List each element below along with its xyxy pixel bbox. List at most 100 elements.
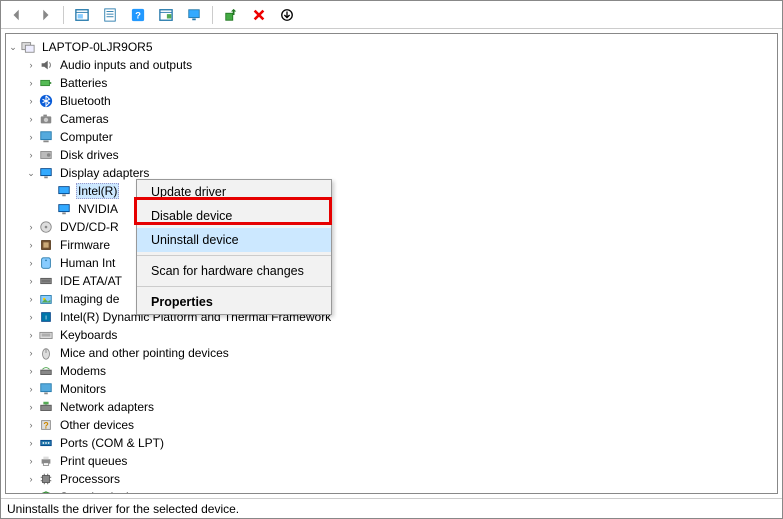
chevron-right-icon[interactable]: › — [24, 148, 38, 162]
chevron-right-icon[interactable]: › — [24, 382, 38, 396]
tree-item-label: Security devices — [58, 489, 149, 494]
other-icon: ? — [38, 417, 54, 433]
tree-category[interactable]: ›?Other devices — [6, 416, 777, 434]
tree-category[interactable]: ›Audio inputs and outputs — [6, 56, 777, 74]
tree-item-label: Modems — [58, 363, 108, 379]
chevron-down-icon[interactable]: ⌄ — [24, 166, 38, 180]
chevron-right-icon[interactable]: › — [24, 364, 38, 378]
tree-category[interactable]: › Processors — [6, 470, 777, 488]
chevron-right-icon[interactable]: › — [24, 472, 38, 486]
menu-item-label: Properties — [151, 295, 213, 309]
chevron-right-icon[interactable]: › — [24, 436, 38, 450]
toolbar: ? — [1, 1, 782, 29]
mouse-icon — [38, 345, 54, 361]
tree-category[interactable]: ›Mice and other pointing devices — [6, 344, 777, 362]
tree-category[interactable]: › IDE ATA/AT — [6, 272, 777, 290]
svg-text:?: ? — [43, 421, 48, 431]
tree-category[interactable]: › Print queues — [6, 452, 777, 470]
tree-device[interactable]: NVIDIA — [6, 200, 777, 218]
device-tree[interactable]: ⌄ LAPTOP-0LJR9OR5›Audio inputs and output… — [5, 33, 778, 494]
chevron-right-icon[interactable]: › — [24, 328, 38, 342]
tree-category[interactable]: ›Human Int — [6, 254, 777, 272]
chevron-right-icon[interactable]: › — [24, 418, 38, 432]
chevron-right-icon[interactable]: › — [24, 58, 38, 72]
chevron-down-icon[interactable]: ⌄ — [6, 40, 20, 54]
tree-item-label: Keyboards — [58, 327, 119, 343]
tree-item-label: Print queues — [58, 453, 129, 469]
chevron-right-icon[interactable]: › — [24, 490, 38, 494]
tree-category[interactable]: ›Bluetooth — [6, 92, 777, 110]
chevron-right-icon[interactable]: › — [24, 346, 38, 360]
tree-item-label: Processors — [58, 471, 122, 487]
chevron-right-icon[interactable]: › — [24, 454, 38, 468]
computer-button[interactable] — [182, 4, 206, 26]
chevron-right-icon[interactable]: › — [24, 292, 38, 306]
page-icon — [103, 8, 117, 22]
update-button[interactable] — [219, 4, 243, 26]
tree-category[interactable]: › Security devices — [6, 488, 777, 494]
tree-category[interactable]: ›Disk drives — [6, 146, 777, 164]
tree-category[interactable]: ⌄Display adapters — [6, 164, 777, 182]
chevron-right-icon[interactable]: › — [24, 76, 38, 90]
menu-item-label: Update driver — [151, 185, 226, 199]
tree-category[interactable]: ›iIntel(R) Dynamic Platform and Thermal … — [6, 308, 777, 326]
menu-item[interactable]: Uninstall device — [137, 228, 331, 252]
menu-item[interactable]: Scan for hardware changes — [137, 259, 331, 283]
tree-category[interactable]: › Keyboards — [6, 326, 777, 344]
help-icon: ? — [131, 8, 145, 22]
svg-text:?: ? — [135, 10, 141, 21]
hid-icon — [38, 255, 54, 271]
port-icon — [38, 435, 54, 451]
battery-icon — [38, 75, 54, 91]
tree-category[interactable]: ›Firmware — [6, 236, 777, 254]
menu-item[interactable]: Disable device — [137, 204, 331, 228]
tree-item-label: NVIDIA — [76, 201, 120, 217]
menu-item-label: Scan for hardware changes — [151, 264, 304, 278]
tree-category[interactable]: ›Network adapters — [6, 398, 777, 416]
chevron-right-icon[interactable]: › — [24, 94, 38, 108]
tree-category[interactable]: › Modems — [6, 362, 777, 380]
chevron-right-icon[interactable]: › — [24, 130, 38, 144]
chevron-right-icon[interactable]: › — [24, 220, 38, 234]
tree-category[interactable]: ›Cameras — [6, 110, 777, 128]
firmware-icon — [38, 237, 54, 253]
bluetooth-icon — [38, 93, 54, 109]
tree-item-label: LAPTOP-0LJR9OR5 — [40, 39, 155, 55]
security-icon — [38, 489, 54, 494]
device-up-icon — [224, 8, 238, 22]
chevron-right-icon[interactable]: › — [24, 238, 38, 252]
tree-device[interactable]: Intel(R) — [6, 182, 777, 200]
panel-icon — [75, 8, 89, 22]
chevron-right-icon[interactable]: › — [24, 112, 38, 126]
menu-item[interactable]: Properties — [137, 290, 331, 314]
tree-category[interactable]: › DVD/CD-R — [6, 218, 777, 236]
tree-item-label: Batteries — [58, 75, 109, 91]
tree-item-label: DVD/CD-R — [58, 219, 121, 235]
scan-button[interactable] — [275, 4, 299, 26]
monitor-dev-icon — [38, 381, 54, 397]
show-hidden-button[interactable] — [70, 4, 94, 26]
tree-category[interactable]: ›Imaging de — [6, 290, 777, 308]
display-icon — [56, 201, 72, 217]
context-menu: Update driver Disable deviceUninstall dev… — [136, 179, 332, 315]
chevron-right-icon[interactable]: › — [24, 310, 38, 324]
tree-category[interactable]: › Batteries — [6, 74, 777, 92]
tree-root[interactable]: ⌄ LAPTOP-0LJR9OR5 — [6, 38, 777, 56]
tree-category[interactable]: ›Monitors — [6, 380, 777, 398]
chevron-right-icon[interactable]: › — [24, 274, 38, 288]
properties-button[interactable] — [98, 4, 122, 26]
chevron-right-icon[interactable]: › — [24, 400, 38, 414]
tree-category[interactable]: ›Ports (COM & LPT) — [6, 434, 777, 452]
tree-category[interactable]: ›Computer — [6, 128, 777, 146]
help-button[interactable]: ? — [126, 4, 150, 26]
tree-item-label: IDE ATA/AT — [58, 273, 124, 289]
svg-text:i: i — [45, 315, 46, 322]
back-button[interactable] — [5, 4, 29, 26]
menu-item[interactable]: Update driver — [137, 180, 331, 204]
dvd-icon — [38, 219, 54, 235]
status-bar: Uninstalls the driver for the selected d… — [1, 498, 782, 518]
console-button[interactable] — [154, 4, 178, 26]
chevron-right-icon[interactable]: › — [24, 256, 38, 270]
remove-button[interactable] — [247, 4, 271, 26]
forward-button[interactable] — [33, 4, 57, 26]
